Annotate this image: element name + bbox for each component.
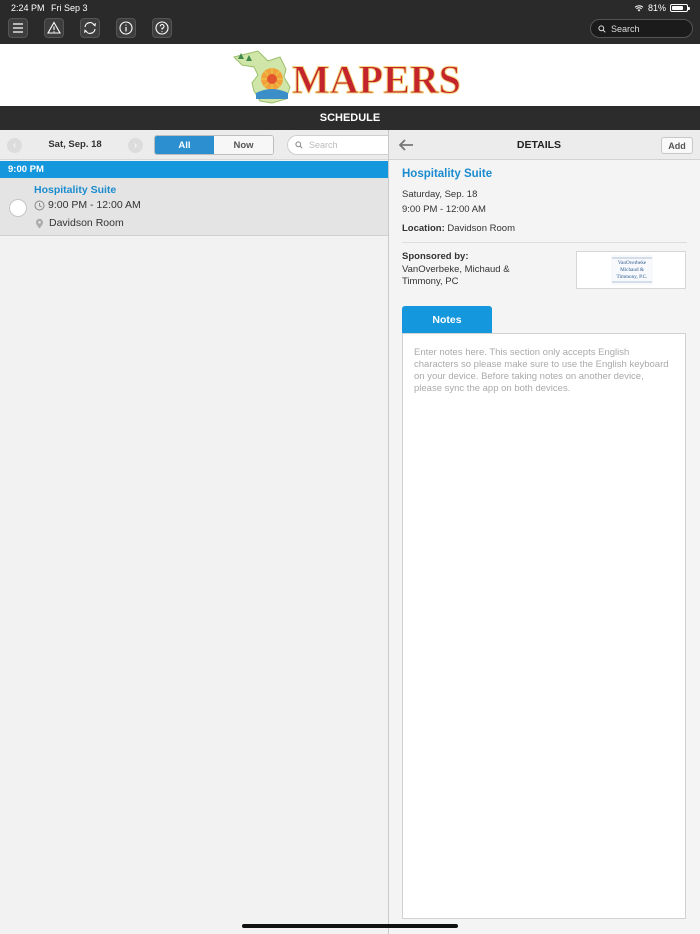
- location-pin-icon: [36, 218, 43, 228]
- top-search-placeholder: Search: [611, 23, 640, 34]
- time-slot-header: 9:00 PM: [0, 161, 388, 178]
- schedule-filter-bar: ‹ Sat, Sep. 18 › All Now Search: [0, 130, 388, 160]
- schedule-title: SCHEDULE: [0, 106, 700, 130]
- menu-icon: [13, 23, 23, 33]
- chevron-right-icon: ›: [133, 140, 138, 151]
- info-button[interactable]: [116, 18, 136, 38]
- wifi-icon: [634, 5, 644, 12]
- info-icon: [119, 21, 133, 35]
- detail-time: 9:00 PM - 12:00 AM: [402, 204, 486, 215]
- clock-icon: [34, 200, 45, 210]
- svg-text:VanOverbeke: VanOverbeke: [618, 260, 647, 266]
- schedule-pane: ‹ Sat, Sep. 18 › All Now Search 9:00 PM …: [0, 130, 388, 934]
- help-icon: [155, 21, 169, 35]
- schedule-search-placeholder: Search: [309, 140, 338, 150]
- add-button[interactable]: Add: [661, 137, 693, 154]
- session-time: 9:00 PM - 12:00 AM: [48, 199, 141, 211]
- logo-wordmark: MAPERS: [292, 57, 461, 102]
- session-location-row: Davidson Room: [34, 217, 124, 229]
- filter-all-button[interactable]: All: [155, 136, 214, 154]
- search-icon: [295, 141, 303, 149]
- top-toolbar: 2:24 PM Fri Sep 3 81% Search: [0, 0, 700, 44]
- session-list-item[interactable]: Hospitality Suite 9:00 PM - 12:00 AM Dav…: [0, 178, 388, 236]
- status-indicators: 81%: [634, 3, 690, 13]
- alert-icon: [47, 21, 61, 34]
- svg-text:Michaud &: Michaud &: [620, 267, 644, 273]
- prev-day-button[interactable]: ‹: [7, 138, 22, 153]
- battery-icon: [670, 4, 690, 12]
- schedule-date: Sat, Sep. 18: [48, 139, 102, 150]
- sponsor-name: VanOverbeke, Michaud & Timmony, PC: [402, 264, 510, 287]
- session-location: Davidson Room: [49, 217, 124, 229]
- session-title: Hospitality Suite: [34, 184, 117, 196]
- chevron-left-icon: ‹: [12, 140, 17, 151]
- tab-notes[interactable]: Notes: [402, 306, 492, 333]
- details-title: DETAILS: [516, 139, 562, 151]
- detail-location-value: Davidson Room: [447, 223, 515, 234]
- next-day-button[interactable]: ›: [128, 138, 143, 153]
- mapers-logo: MAPERS: [233, 50, 461, 104]
- status-time: 2:24 PM: [11, 3, 45, 13]
- sync-icon: [84, 22, 96, 34]
- notes-textarea[interactable]: Enter notes here. This section only acce…: [402, 333, 686, 919]
- menu-button[interactable]: [8, 18, 28, 38]
- details-header: DETAILS Add: [389, 130, 700, 160]
- details-pane: DETAILS Add Hospitality Suite Saturday, …: [389, 130, 700, 934]
- svg-text:Timmony, P.C.: Timmony, P.C.: [617, 274, 648, 280]
- sponsor-logo-image: VanOverbeke Michaud & Timmony, P.C.: [611, 255, 653, 285]
- session-select-radio[interactable]: [9, 199, 27, 217]
- status-date: Fri Sep 3: [51, 3, 88, 13]
- session-time-row: 9:00 PM - 12:00 AM: [34, 199, 141, 211]
- detail-session-title: Hospitality Suite: [402, 168, 493, 180]
- top-search-input[interactable]: Search: [590, 19, 693, 38]
- home-indicator: [242, 924, 458, 928]
- detail-date: Saturday, Sep. 18: [402, 189, 478, 200]
- alerts-button[interactable]: [44, 18, 64, 38]
- detail-location: Location: Davidson Room: [402, 223, 515, 234]
- filter-segmented-control: All Now: [154, 135, 274, 155]
- sponsored-label: Sponsored by:: [402, 251, 469, 262]
- detail-location-label: Location:: [402, 223, 445, 234]
- search-icon: [598, 24, 606, 33]
- divider-line: [402, 242, 687, 243]
- schedule-search-input[interactable]: Search: [287, 135, 388, 155]
- sponsor-logo[interactable]: VanOverbeke Michaud & Timmony, P.C.: [576, 251, 686, 289]
- battery-percent: 81%: [647, 3, 666, 13]
- banner: MAPERS: [0, 44, 700, 106]
- filter-now-button[interactable]: Now: [214, 136, 273, 154]
- sync-button[interactable]: [80, 18, 100, 38]
- help-button[interactable]: [152, 18, 172, 38]
